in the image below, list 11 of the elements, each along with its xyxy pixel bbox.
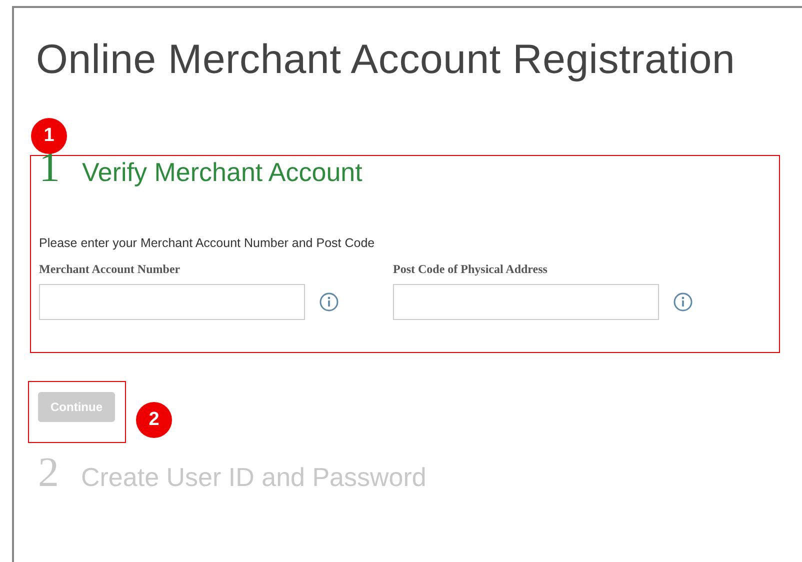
instruction-text: Please enter your Merchant Account Number and Post Code [39,236,376,250]
info-icon[interactable] [319,292,339,312]
page-title: Online Merchant Account Registration [35,35,736,83]
annotation-badge: 1 [31,118,67,154]
step-title: Verify Merchant Account [82,157,362,188]
field-label: Post Code of Physical Address [393,262,548,277]
field-label: Merchant Account Number [39,262,182,277]
info-icon[interactable] [673,292,693,312]
input-field[interactable] [39,284,305,320]
annotation-badge: 2 [136,402,172,438]
input-field[interactable] [393,284,659,320]
